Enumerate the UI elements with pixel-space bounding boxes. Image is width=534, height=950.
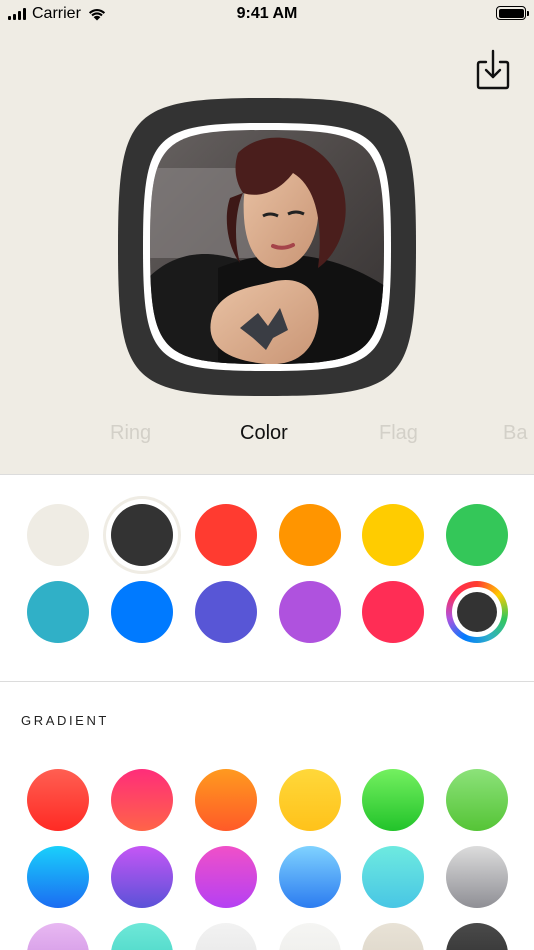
color-swatch-purple[interactable] xyxy=(279,581,341,643)
status-bar: Carrier 9:41 AM xyxy=(0,0,534,30)
gradient-swatch-orange[interactable] xyxy=(195,769,257,831)
download-button[interactable] xyxy=(475,48,511,90)
gradient-swatch-red[interactable] xyxy=(27,769,89,831)
avatar-ring-frame xyxy=(118,98,416,396)
color-swatch-teal[interactable] xyxy=(27,581,89,643)
gradient-swatch-beige[interactable] xyxy=(362,923,424,950)
gradient-swatch-lavender[interactable] xyxy=(27,923,89,950)
gradient-swatch-silver[interactable] xyxy=(446,846,508,908)
color-swatch-custom-color-picker[interactable] xyxy=(446,581,508,643)
gradient-swatch-aqua[interactable] xyxy=(362,846,424,908)
tab-ring[interactable]: Ring xyxy=(110,422,151,445)
gradient-section-title: GRADIENT xyxy=(21,713,109,728)
app-screen: Carrier 9:41 AM Ring Color Flag Ba GRADI… xyxy=(0,0,534,950)
gradient-swatch-cyan-blue[interactable] xyxy=(27,846,89,908)
avatar-preview-area: Carrier 9:41 AM Ring Color Flag Ba xyxy=(0,0,534,474)
custom-color-preview xyxy=(457,592,497,632)
gradient-swatch-violet[interactable] xyxy=(111,846,173,908)
color-swatch-blue[interactable] xyxy=(111,581,173,643)
color-swatch-cream[interactable] xyxy=(27,504,89,566)
gradient-swatch-light-green[interactable] xyxy=(446,769,508,831)
gradient-swatch-magenta[interactable] xyxy=(195,846,257,908)
color-swatch-green[interactable] xyxy=(446,504,508,566)
tab-flag[interactable]: Flag xyxy=(379,422,418,445)
color-swatch-orange[interactable] xyxy=(279,504,341,566)
color-swatch-indigo[interactable] xyxy=(195,581,257,643)
tab-color[interactable]: Color xyxy=(240,422,288,445)
gradient-swatch-mint[interactable] xyxy=(111,923,173,950)
color-swatch-red[interactable] xyxy=(195,504,257,566)
gradient-swatch-light-gray[interactable] xyxy=(195,923,257,950)
gradient-swatch-off-white[interactable] xyxy=(279,923,341,950)
download-icon xyxy=(476,49,510,90)
mode-tab-bar: Ring Color Flag Ba xyxy=(0,422,534,452)
gradient-swatch-yellow[interactable] xyxy=(279,769,341,831)
gradient-swatch-sky-blue[interactable] xyxy=(279,846,341,908)
battery-icon xyxy=(496,6,529,20)
status-time: 9:41 AM xyxy=(236,5,298,22)
avatar-preview xyxy=(118,98,416,396)
gradient-swatch-charcoal[interactable] xyxy=(446,923,508,950)
divider xyxy=(0,474,534,475)
gradient-swatch-green[interactable] xyxy=(362,769,424,831)
gradient-swatch-pink-red[interactable] xyxy=(111,769,173,831)
divider xyxy=(0,681,534,682)
tab-background[interactable]: Ba xyxy=(503,422,527,445)
color-swatch-dark-gray[interactable] xyxy=(111,504,173,566)
color-swatch-yellow[interactable] xyxy=(362,504,424,566)
color-swatch-pink[interactable] xyxy=(362,581,424,643)
custom-color-inner xyxy=(452,587,502,637)
